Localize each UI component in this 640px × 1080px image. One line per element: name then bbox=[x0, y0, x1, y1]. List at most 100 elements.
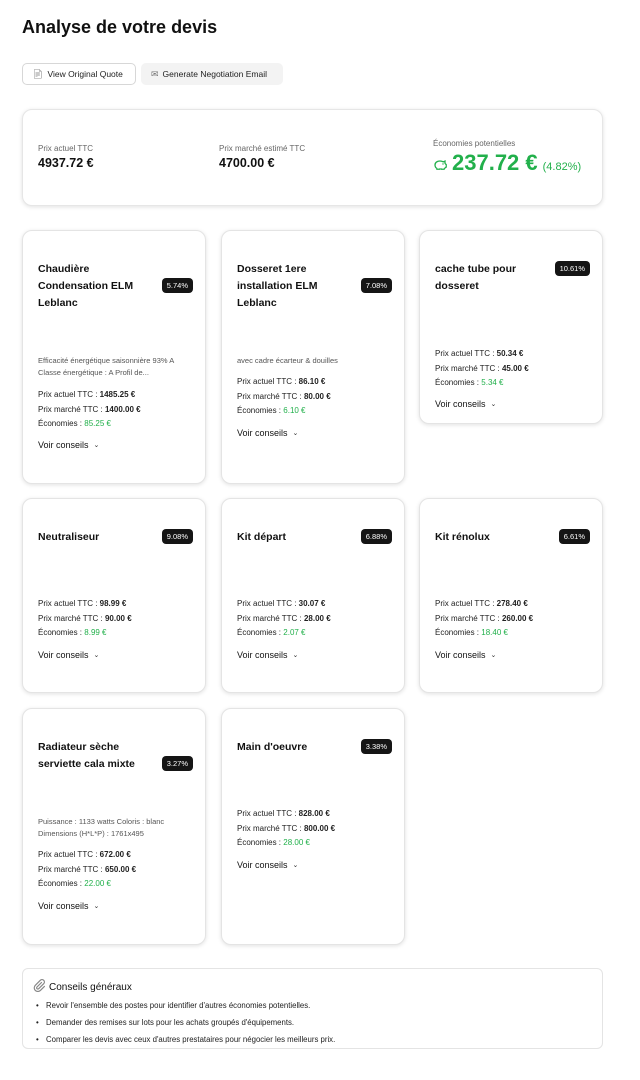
market-price-value: 45.00 € bbox=[501, 363, 529, 373]
potential-savings-percent: (4.82%) bbox=[542, 161, 582, 173]
current-price-value: 98.99 € bbox=[99, 599, 127, 608]
savings-value: 2.07 € bbox=[283, 628, 306, 637]
savings-percent-badge: 7.08% bbox=[360, 278, 392, 293]
voir-conseils-label: Voir conseils bbox=[38, 901, 89, 911]
item-card: Chaudière Condensation ELM Leblanc 5.74%… bbox=[22, 230, 206, 484]
savings-label: Économies : bbox=[38, 628, 83, 637]
market-price-label: Prix marché TTC : bbox=[237, 613, 302, 623]
item-prices: Prix actuel TTC : 278.40 € Prix marché T… bbox=[435, 597, 533, 641]
voir-conseils-label: Voir conseils bbox=[38, 440, 89, 450]
current-price-value: 4937.72 € bbox=[38, 156, 94, 170]
item-title: Main d'oeuvre bbox=[237, 741, 308, 753]
current-price-value: 828.00 € bbox=[298, 809, 330, 818]
item-card: Kit départ 6.88% Prix actuel TTC : 30.07… bbox=[221, 498, 405, 693]
voir-conseils-toggle[interactable]: Voir conseils ⌄ bbox=[38, 650, 99, 660]
item-description: Efficacité énergétique saisonnière 93% A… bbox=[38, 356, 174, 377]
savings-value: 5.34 € bbox=[481, 378, 504, 387]
general-advice-panel: Conseils généraux Revoir l'ensemble des … bbox=[22, 968, 603, 1049]
savings-label: Économies : bbox=[435, 628, 480, 637]
current-price-label: Prix actuel TTC : bbox=[237, 599, 297, 608]
general-advice-header: Conseils généraux bbox=[33, 979, 132, 995]
potential-savings-value: 237.72 € bbox=[452, 150, 538, 175]
item-card: Main d'oeuvre 3.38% Prix actuel TTC : 82… bbox=[221, 708, 405, 945]
price-summary-card: Prix actuel TTC 4937.72 € Prix marché es… bbox=[22, 109, 603, 206]
item-card: Radiateur sèche serviette cala mixte 3.2… bbox=[22, 708, 206, 945]
voir-conseils-toggle[interactable]: Voir conseils ⌄ bbox=[237, 428, 298, 438]
savings-value: 6.10 € bbox=[283, 406, 306, 415]
market-price-label: Prix marché TTC : bbox=[38, 404, 103, 414]
savings-percent-badge: 6.61% bbox=[558, 529, 590, 544]
item-title: Kit départ bbox=[237, 531, 287, 543]
voir-conseils-toggle[interactable]: Voir conseils ⌄ bbox=[435, 650, 496, 660]
current-price-label: Prix actuel TTC : bbox=[435, 349, 495, 358]
voir-conseils-toggle[interactable]: Voir conseils ⌄ bbox=[237, 650, 298, 660]
market-price-label: Prix marché TTC : bbox=[38, 613, 103, 623]
market-price-block: Prix marché estimé TTC 4700.00 € bbox=[219, 144, 305, 170]
market-price-label: Prix marché TTC : bbox=[435, 363, 500, 373]
voir-conseils-toggle[interactable]: Voir conseils ⌄ bbox=[38, 440, 99, 450]
general-advice-list: Revoir l'ensemble des postes pour identi… bbox=[36, 997, 335, 1048]
generate-negotiation-email-button[interactable]: ✉︎ Generate Negotiation Email bbox=[141, 63, 283, 85]
item-title: cache tube pour dosseret bbox=[435, 263, 517, 292]
item-description: Puissance : 1133 watts Coloris : blanc D… bbox=[38, 817, 165, 838]
market-price-value: 1400.00 € bbox=[104, 404, 141, 414]
market-price-label: Prix marché TTC : bbox=[237, 823, 302, 833]
savings-label: Économies : bbox=[237, 838, 282, 847]
item-card: Dosseret 1ere installation ELM Leblanc 7… bbox=[221, 230, 405, 484]
item-title: Chaudière Condensation ELM Leblanc bbox=[38, 263, 134, 309]
current-price-label: Prix actuel TTC : bbox=[38, 850, 98, 859]
item-prices: Prix actuel TTC : 86.10 € Prix marché TT… bbox=[237, 375, 331, 419]
savings-value: 85.25 € bbox=[84, 419, 111, 428]
chevron-down-icon: ⌄ bbox=[93, 903, 100, 910]
current-price-value: 50.34 € bbox=[496, 349, 524, 358]
voir-conseils-label: Voir conseils bbox=[237, 650, 288, 660]
voir-conseils-label: Voir conseils bbox=[435, 650, 486, 660]
market-price-label: Prix marché TTC : bbox=[38, 864, 103, 874]
potential-savings-label: Économies potentielles bbox=[433, 139, 516, 148]
market-price-label: Prix marché estimé TTC bbox=[219, 144, 306, 153]
current-price-label: Prix actuel TTC : bbox=[237, 377, 297, 386]
view-original-quote-button[interactable]: 📄︎ View Original Quote bbox=[22, 63, 136, 85]
item-prices: Prix actuel TTC : 828.00 € Prix marché T… bbox=[237, 807, 335, 851]
market-price-label: Prix marché TTC : bbox=[435, 613, 500, 623]
voir-conseils-label: Voir conseils bbox=[237, 860, 288, 870]
savings-label: Économies : bbox=[435, 378, 480, 387]
current-price-label: Prix actuel TTC : bbox=[435, 599, 495, 608]
envelope-icon: ✉︎ bbox=[151, 68, 159, 79]
current-price-label: Prix actuel TTC : bbox=[237, 809, 297, 818]
item-card: cache tube pour dosseret 10.61% Prix act… bbox=[419, 230, 603, 424]
savings-percent-badge: 9.08% bbox=[161, 529, 193, 544]
general-advice-title: Conseils généraux bbox=[49, 981, 132, 993]
market-price-label: Prix marché TTC : bbox=[237, 391, 302, 401]
savings-percent-badge: 10.61% bbox=[554, 261, 590, 276]
current-price-block: Prix actuel TTC 4937.72 € bbox=[38, 144, 94, 170]
savings-value: 8.99 € bbox=[84, 628, 107, 637]
market-price-value: 4700.00 € bbox=[219, 156, 275, 170]
advice-item: Comparer les devis avec ceux d'autres pr… bbox=[36, 1031, 335, 1048]
chevron-down-icon: ⌄ bbox=[292, 862, 299, 869]
view-original-quote-label: View Original Quote bbox=[47, 69, 123, 79]
chevron-down-icon: ⌄ bbox=[93, 652, 100, 659]
item-prices: Prix actuel TTC : 98.99 € Prix marché TT… bbox=[38, 597, 132, 641]
chevron-down-icon: ⌄ bbox=[490, 401, 497, 408]
voir-conseils-label: Voir conseils bbox=[435, 399, 486, 409]
page-title: Analyse de votre devis bbox=[22, 17, 218, 37]
chevron-down-icon: ⌄ bbox=[292, 652, 299, 659]
voir-conseils-toggle[interactable]: Voir conseils ⌄ bbox=[435, 399, 496, 409]
voir-conseils-toggle[interactable]: Voir conseils ⌄ bbox=[38, 901, 99, 911]
current-price-value: 86.10 € bbox=[298, 377, 326, 386]
market-price-value: 90.00 € bbox=[104, 613, 132, 623]
savings-value: 18.40 € bbox=[481, 628, 508, 637]
chevron-down-icon: ⌄ bbox=[292, 430, 299, 437]
item-description: avec cadre écarteur & douilles bbox=[237, 356, 338, 365]
advice-item: Revoir l'ensemble des postes pour identi… bbox=[36, 997, 335, 1014]
chevron-down-icon: ⌄ bbox=[93, 442, 100, 449]
savings-percent-badge: 3.38% bbox=[360, 739, 392, 754]
chevron-down-icon: ⌄ bbox=[490, 652, 497, 659]
current-price-label: Prix actuel TTC bbox=[38, 144, 93, 153]
voir-conseils-toggle[interactable]: Voir conseils ⌄ bbox=[237, 860, 298, 870]
item-card: Neutraliseur 9.08% Prix actuel TTC : 98.… bbox=[22, 498, 206, 693]
market-price-value: 650.00 € bbox=[104, 864, 137, 874]
current-price-value: 1485.25 € bbox=[99, 390, 136, 399]
savings-label: Économies : bbox=[38, 419, 83, 428]
